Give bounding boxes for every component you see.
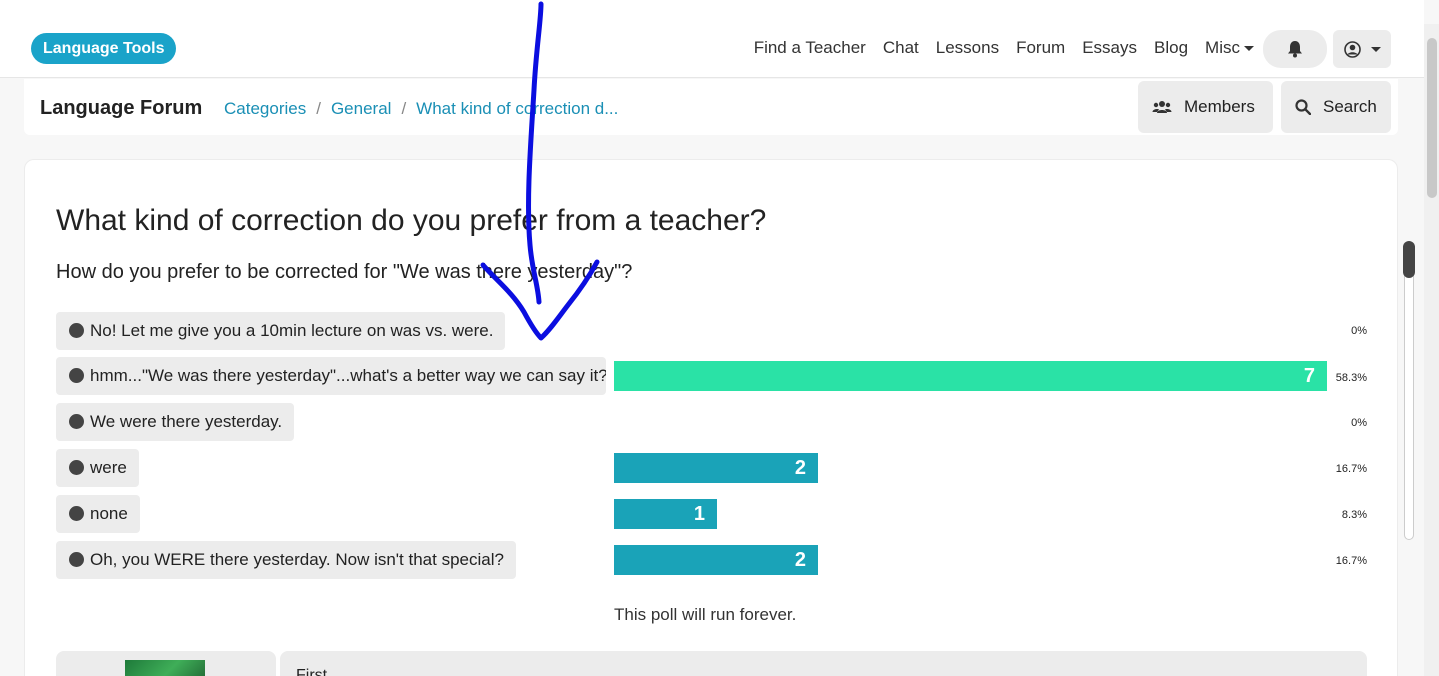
poll-percent: 16.7% [1335,555,1367,567]
breadcrumb-separator: / [316,99,321,118]
poll-option[interactable]: hmm..."We was there yesterday"...what's … [56,357,606,395]
poll-bar: 1 [614,499,717,529]
radio-dot-icon [69,552,84,567]
caret-down-icon [1370,46,1381,52]
poll-option-label: We were there yesterday. [90,412,283,431]
nav-links: Find a Teacher Chat Lessons Forum Essays… [754,38,1254,58]
post-body: First, ... [280,651,1367,676]
radio-dot-icon [69,368,84,383]
poll-scroll-track[interactable] [1404,243,1414,540]
radio-dot-icon [69,414,84,429]
breadcrumb-current-thread[interactable]: What kind of correction d... [416,99,618,119]
poll-bar: 2 [614,453,818,483]
breadcrumb: Categories / General / What kind of corr… [224,99,618,119]
radio-dot-icon [69,323,84,338]
search-button[interactable]: Search [1281,81,1391,133]
post-author-panel [56,651,276,676]
notifications-button[interactable] [1263,30,1327,68]
poll-option[interactable]: Oh, you WERE there yesterday. Now isn't … [56,541,516,579]
poll-option-label: hmm..."We was there yesterday"...what's … [90,366,606,385]
poll-duration-note: This poll will run forever. [614,605,797,624]
breadcrumb-categories[interactable]: Categories [224,99,306,119]
poll-percent: 16.7% [1335,463,1367,475]
users-icon [1152,101,1172,113]
members-button[interactable]: Members [1138,81,1273,133]
post-title: What kind of correction do you prefer fr… [56,204,767,237]
poll-percent: 8.3% [1341,509,1367,521]
nav-link-misc-label: Misc [1205,38,1240,57]
nav-link-essays[interactable]: Essays [1082,38,1137,58]
breadcrumb-separator: / [401,99,407,118]
poll-option-label: none [90,504,128,523]
nav-link-misc[interactable]: Misc [1205,38,1254,58]
poll-percent: 0% [1351,417,1367,429]
nav-link-blog[interactable]: Blog [1154,38,1188,58]
poll-question: How do you prefer to be corrected for "W… [56,261,633,283]
forum-title[interactable]: Language Forum [40,97,202,120]
brand-logo[interactable]: Language Tools [31,33,177,64]
post-card: What kind of correction do you prefer fr… [24,159,1398,676]
user-circle-icon [1343,40,1361,58]
avatar[interactable] [125,660,205,676]
poll-bar: 7 [614,361,1327,391]
poll-option-label: No! Let me give you a 10min lecture on w… [90,321,494,340]
post-body-text: First, ... [296,667,350,676]
members-label: Members [1184,97,1255,116]
poll-option[interactable]: none [56,495,140,533]
search-icon [1295,99,1311,115]
nav-link-chat[interactable]: Chat [883,38,919,58]
breadcrumb-general[interactable]: General [331,99,391,119]
breadcrumb-bar: Language Forum Categories / General / Wh… [24,79,1398,135]
nav-link-forum[interactable]: Forum [1016,38,1065,58]
nav-link-lessons[interactable]: Lessons [936,38,999,58]
caret-down-icon [1244,46,1254,52]
poll-bar: 2 [614,545,818,575]
top-navbar: Language Tools Find a Teacher Chat Lesso… [0,0,1424,78]
poll-option[interactable]: We were there yesterday. [56,403,295,441]
user-menu-button[interactable] [1333,30,1391,68]
poll-option[interactable]: No! Let me give you a 10min lecture on w… [56,312,506,350]
poll-percent: 58.3% [1335,372,1367,384]
radio-dot-icon [69,460,84,475]
nav-link-find-teacher[interactable]: Find a Teacher [754,38,866,58]
poll-option-label: Oh, you WERE there yesterday. Now isn't … [90,550,504,569]
radio-dot-icon [69,506,84,521]
poll-percent: 0% [1351,325,1367,337]
page-scrollbar-thumb[interactable] [1427,38,1437,198]
poll-scroll-thumb[interactable] [1403,241,1415,278]
search-label: Search [1323,97,1377,116]
poll-option[interactable]: were [56,449,139,487]
bell-icon [1288,41,1302,58]
poll-option-label: were [90,458,127,477]
